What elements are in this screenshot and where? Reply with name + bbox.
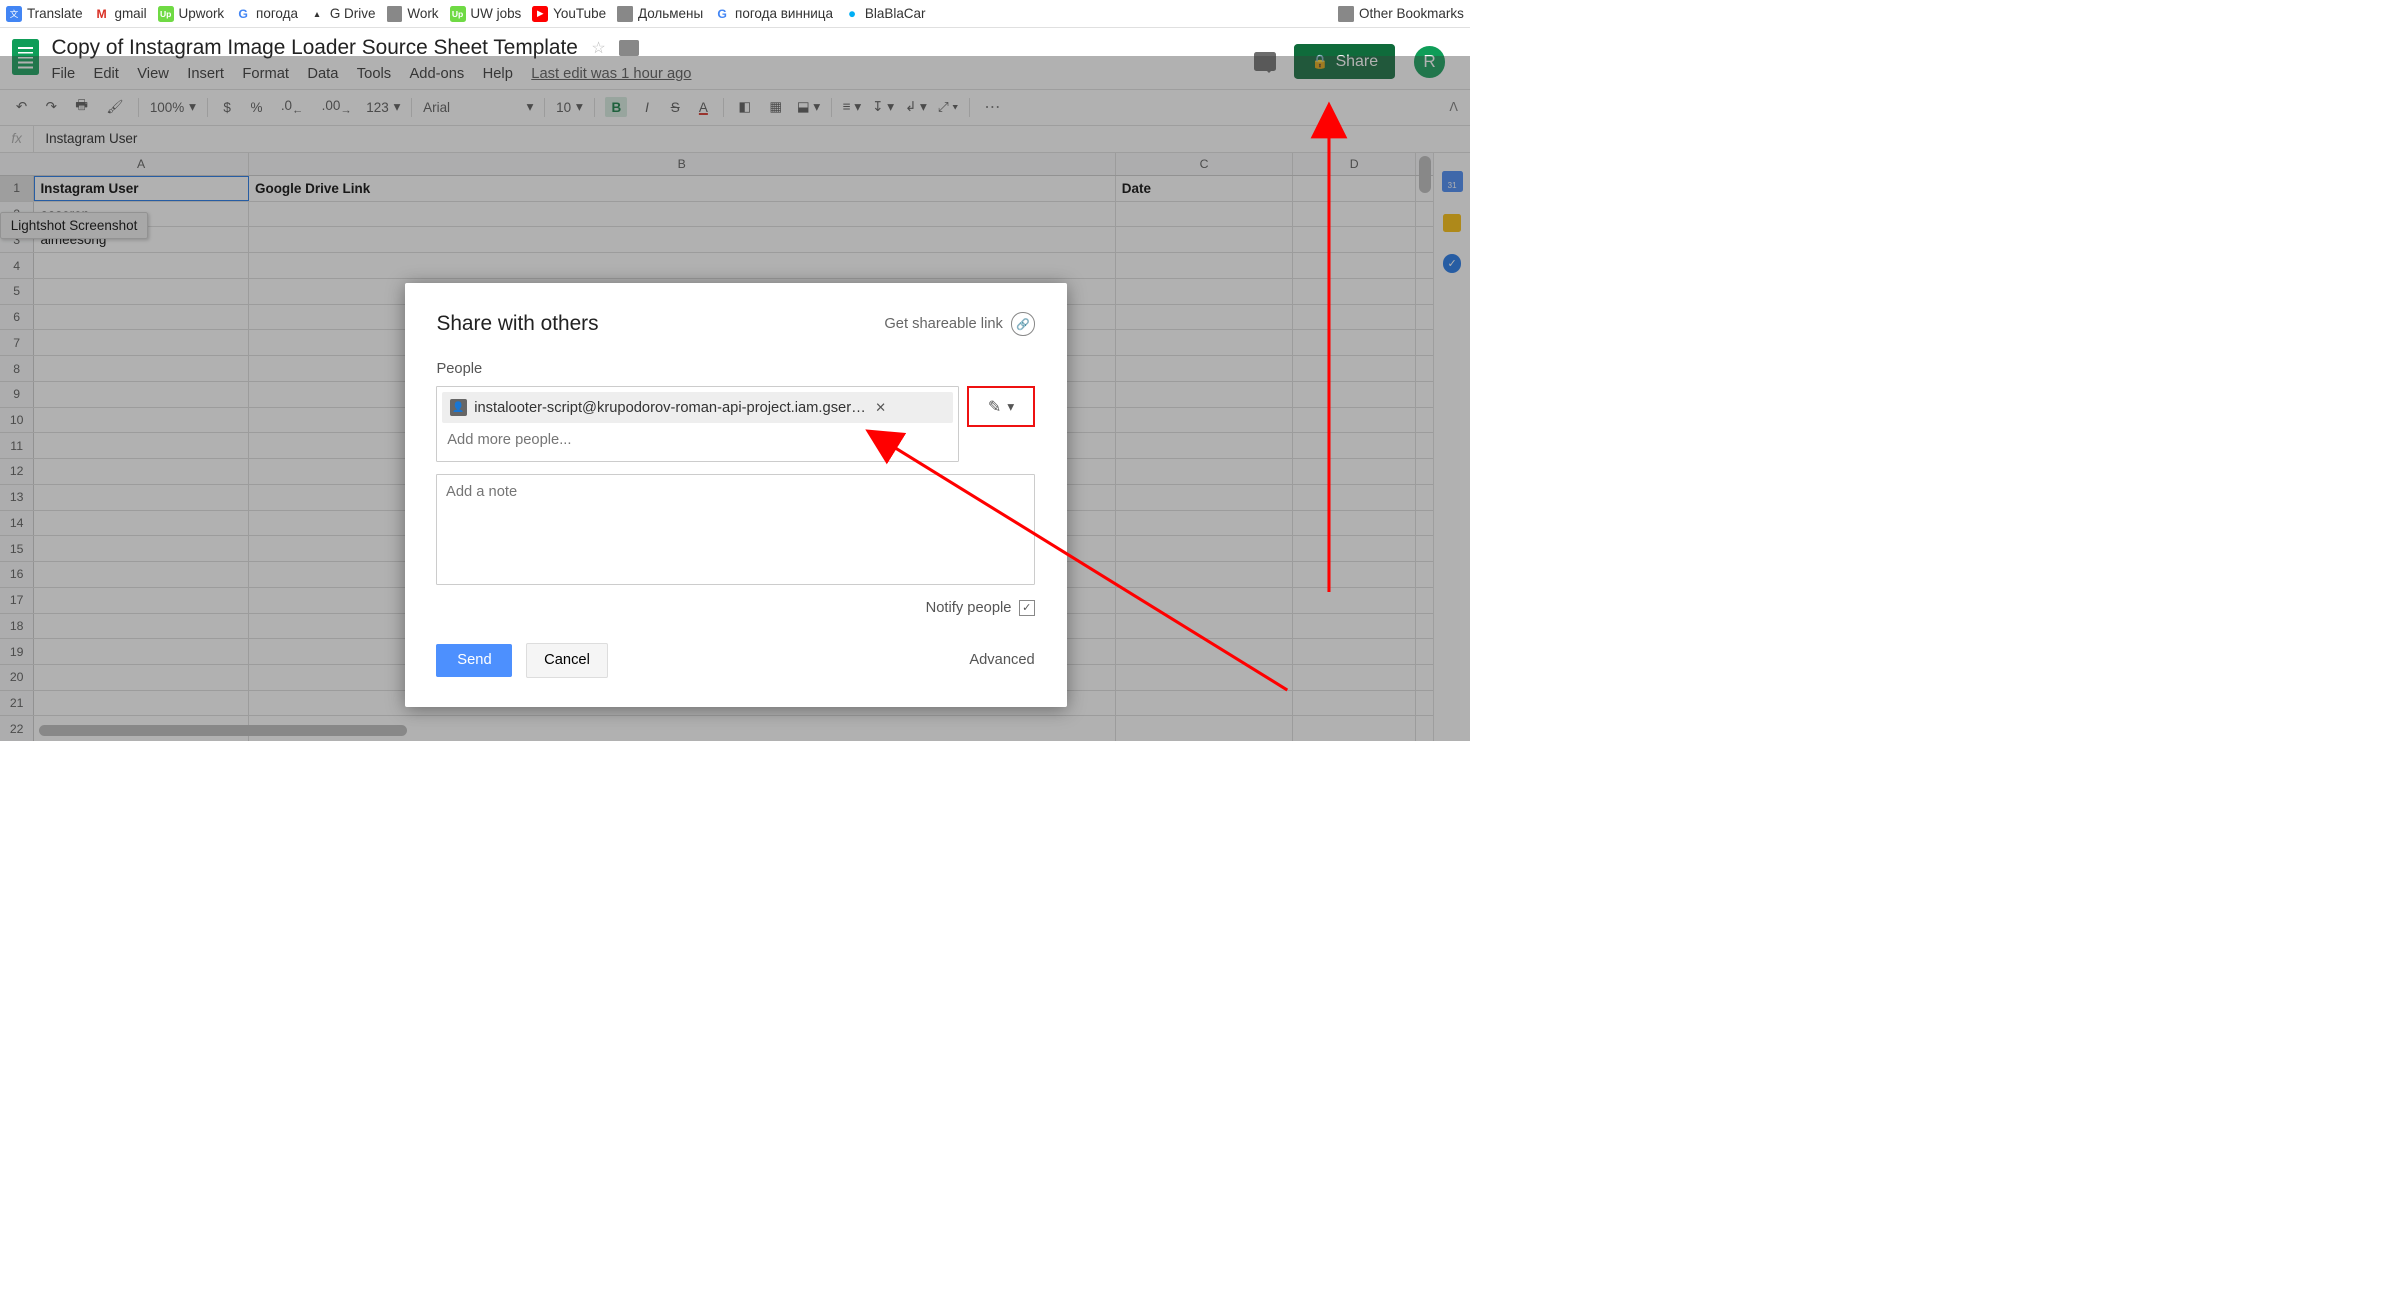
bookmark-dolmens[interactable]: Дольмены xyxy=(617,6,703,22)
bookmark-uwjobs[interactable]: Up UW jobs xyxy=(450,6,522,22)
get-shareable-link[interactable]: Get shareable link 🔗 xyxy=(884,312,1034,335)
google-icon: G xyxy=(714,6,730,22)
folder-icon xyxy=(387,6,403,22)
google-icon: G xyxy=(235,6,251,22)
bookmark-translate[interactable]: 文 Translate xyxy=(6,6,82,22)
bookmark-label: gmail xyxy=(114,6,146,21)
dialog-title: Share with others xyxy=(436,312,598,336)
chip-email: instalooter-script@krupodorov-roman-api-… xyxy=(474,400,866,416)
bookmark-youtube[interactable]: ▶ YouTube xyxy=(532,6,606,22)
notify-row: Notify people ✓ xyxy=(436,600,1034,616)
folder-icon xyxy=(617,6,633,22)
bookmark-label: Work xyxy=(407,6,438,21)
people-label: People xyxy=(436,361,1034,377)
bookmark-gdrive[interactable]: ▲ G Drive xyxy=(309,6,375,22)
pencil-icon: ✎ xyxy=(988,397,1001,417)
bookmarks-bar: 文 Translate Mgmail Up Upwork Gпогода ▲ G Dr… xyxy=(0,0,1470,28)
move-folder-icon[interactable] xyxy=(619,40,639,56)
bookmark-gmail[interactable]: Mgmail xyxy=(94,6,147,22)
blablacar-icon: ● xyxy=(844,6,860,22)
person-icon: 👤 xyxy=(450,399,467,416)
star-icon[interactable]: ☆ xyxy=(591,38,605,58)
advanced-link[interactable]: Advanced xyxy=(969,652,1034,668)
bookmark-label: YouTube xyxy=(553,6,606,21)
email-chip: 👤 instalooter-script@krupodorov-roman-ap… xyxy=(442,392,953,423)
permission-dropdown[interactable]: ✎ ▾ xyxy=(967,386,1034,426)
bookmark-label: BlaBlaCar xyxy=(865,6,926,21)
bookmark-label: Upwork xyxy=(179,6,225,21)
gmail-icon: M xyxy=(94,6,110,22)
link-icon: 🔗 xyxy=(1011,312,1034,335)
bookmark-label: погода винница xyxy=(735,6,833,21)
bookmark-label: Translate xyxy=(27,6,83,21)
chevron-down-icon: ▾ xyxy=(1007,399,1014,415)
share-dialog: Share with others Get shareable link 🔗 P… xyxy=(405,283,1067,708)
people-input[interactable]: 👤 instalooter-script@krupodorov-roman-ap… xyxy=(436,386,958,462)
send-button[interactable]: Send xyxy=(436,644,512,677)
upwork-icon: Up xyxy=(158,6,174,22)
notify-checkbox[interactable]: ✓ xyxy=(1019,600,1035,616)
translate-icon: 文 xyxy=(6,6,22,22)
bookmark-other[interactable]: Other Bookmarks xyxy=(1338,6,1464,22)
cancel-button[interactable]: Cancel xyxy=(526,643,608,678)
remove-chip-icon[interactable]: × xyxy=(876,397,886,418)
drive-icon: ▲ xyxy=(309,6,325,22)
bookmark-label: G Drive xyxy=(330,6,376,21)
bookmark-weather[interactable]: Gпогода xyxy=(235,6,298,22)
bookmark-label: погода xyxy=(256,6,298,21)
note-textarea[interactable] xyxy=(436,474,1034,584)
bookmark-label: Other Bookmarks xyxy=(1359,6,1464,21)
upwork-icon: Up xyxy=(450,6,466,22)
notify-label: Notify people xyxy=(926,600,1012,616)
bookmark-upwork[interactable]: Up Upwork xyxy=(158,6,224,22)
folder-icon xyxy=(1338,6,1354,22)
bookmark-blablacar[interactable]: ● BlaBlaCar xyxy=(844,6,925,22)
bookmark-label: Дольмены xyxy=(638,6,703,21)
add-people-input[interactable] xyxy=(442,423,953,456)
bookmark-work[interactable]: Work xyxy=(387,6,439,22)
bookmark-weather2[interactable]: Gпогода винница xyxy=(714,6,833,22)
youtube-icon: ▶ xyxy=(532,6,548,22)
shareable-label: Get shareable link xyxy=(884,316,1003,332)
bookmark-label: UW jobs xyxy=(470,6,521,21)
